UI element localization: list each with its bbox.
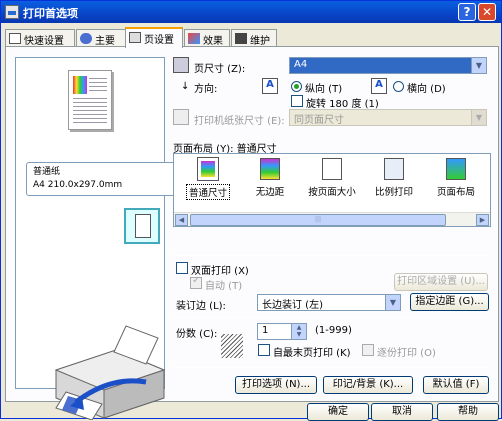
paper-dimensions: A4 210.0x297.0mm [33,180,123,190]
auto-duplex-label: 自动 (T) [205,281,243,292]
tab-page-setup[interactable]: 页设置 [125,27,183,48]
cancel-button[interactable]: 取消 [371,403,433,421]
landscape-label: 横向 (D) [407,84,446,95]
title-bar: 打印首选项 ? ✕ [1,1,501,23]
page-size-label: 页尺寸 (Z): [194,64,246,75]
preview-area: 普通纸 A4 210.0x297.0mm [15,57,176,420]
layout-item-scaled[interactable]: 比例打印 [364,158,424,198]
page-setup-icon [129,32,141,43]
paper-name: 普通纸 [33,167,61,177]
tab-main[interactable]: 主要 [76,29,126,47]
orientation-label: 方向: [194,84,218,95]
collate-checkbox[interactable] [362,344,374,356]
copies-value: 1 [262,325,269,336]
print-preferences-window: 打印首选项 ? ✕ 快速设置 主要 页设置 效果 维护 普通纸 A4 210.0… [0,0,502,421]
maintenance-icon [235,33,247,44]
chevron-down-icon[interactable]: ▼ [385,295,400,310]
last-page-first-checkbox[interactable] [258,344,270,356]
arrow-down-icon: ↓ [181,81,190,92]
layout-item-borderless[interactable]: 无边距 [240,158,300,198]
rotate-180-checkbox[interactable] [291,95,303,107]
printer-paper-size-select[interactable]: 同页面尺寸 ▼ [289,109,487,126]
printer-paper-size-label: 打印机纸张尺寸 (E): [194,116,285,127]
chevron-down-icon[interactable]: ▼ [471,58,486,73]
binding-side-select[interactable]: 长边装订 (左) ▼ [257,294,401,311]
close-button[interactable]: ✕ [478,3,496,21]
divider [173,317,489,318]
scrollbar-thumb[interactable]: ||| [190,214,446,226]
portrait-icon: A [262,78,278,94]
layout-item-fit-to-page[interactable]: 按页面大小 [302,158,362,198]
portrait-radio[interactable] [291,81,302,92]
layout-item-page-layout[interactable]: 页面布局 [426,158,486,198]
tab-label: 页设置 [144,35,174,46]
layout-item-label: 无边距 [255,187,285,198]
ok-button[interactable]: 确定 [307,403,369,421]
horizontal-scrollbar[interactable]: ◀ ||| ▶ [174,212,490,226]
help-button[interactable]: 帮助 [437,403,499,421]
fit-to-page-icon [322,158,342,180]
stamp-background-button[interactable]: 印记/背景 (K)... [323,376,413,394]
scroll-left-icon[interactable]: ◀ [175,214,188,226]
chevron-down-icon[interactable]: ▼ [471,110,486,125]
layout-item-label: 页面布局 [436,187,475,198]
duplex-checkbox[interactable] [176,262,188,274]
layout-item-label: 比例打印 [374,187,413,198]
copies-input[interactable]: 1 ▲ ▼ [257,323,307,340]
page-layout-list[interactable]: 普通尺寸 无边距 按页面大小 比例打印 页面布局 ◀ ||| ▶ [173,153,491,227]
scroll-right-icon[interactable]: ▶ [476,214,489,226]
divider [173,255,489,256]
tab-effects[interactable]: 效果 [184,29,230,47]
landscape-icon: A [371,78,387,94]
printer-paper-size-value: 同页面尺寸 [294,115,344,126]
tab-quick-setup[interactable]: 快速设置 [5,29,75,47]
last-page-first-label: 自最末页打印 (K) [273,348,351,359]
page-size-icon [173,57,189,73]
print-area-settings-button[interactable]: 打印区域设置 (U)... [394,273,488,291]
layout-item-normal[interactable]: 普通尺寸 [178,157,238,200]
borderless-icon [260,158,280,180]
paper-info-box: 普通纸 A4 210.0x297.0mm [26,162,176,196]
copies-range: (1-999) [315,325,352,336]
spinner-icon[interactable]: ▲ ▼ [291,324,306,339]
layout-item-label: 按页面大小 [308,187,356,198]
normal-size-icon [197,157,219,181]
printer-paper-size-icon [173,109,189,125]
help-title-button[interactable]: ? [458,3,476,21]
quick-setup-icon [9,33,21,44]
scaled-print-icon [384,158,404,180]
landscape-radio[interactable] [393,81,404,92]
page-preview-thumbnail [68,70,112,130]
copies-stack-icon [221,334,243,358]
binding-side-label: 装订边 (L): [176,301,226,312]
divider [173,367,489,368]
collate-label: 逐份打印 (O) [377,348,436,359]
defaults-button[interactable]: 默认值 (F) [423,376,489,394]
page-layout-icon [446,158,466,180]
auto-duplex-checkbox[interactable] [190,275,202,289]
window-title: 打印首选项 [23,7,78,20]
tab-maintenance[interactable]: 维护 [231,29,277,47]
page-size-value: A4 [294,59,308,70]
printer-icon [5,5,19,19]
orientation-preview-icon [124,208,160,244]
portrait-label: 纵向 (T) [305,84,343,95]
effects-icon [188,33,200,44]
print-options-button[interactable]: 打印选项 (N)... [235,376,317,394]
copies-label: 份数 (C): [176,329,218,340]
main-icon [80,33,92,44]
specify-margin-button[interactable]: 指定边距 (G)... [410,293,489,311]
rotate-180-label: 旋转 180 度 (1) [306,99,379,110]
binding-side-value: 长边装订 (左) [262,300,323,311]
printer-illustration-icon [54,325,166,420]
page-size-select[interactable]: A4 ▼ [289,57,487,74]
layout-item-label: 普通尺寸 [185,184,230,200]
